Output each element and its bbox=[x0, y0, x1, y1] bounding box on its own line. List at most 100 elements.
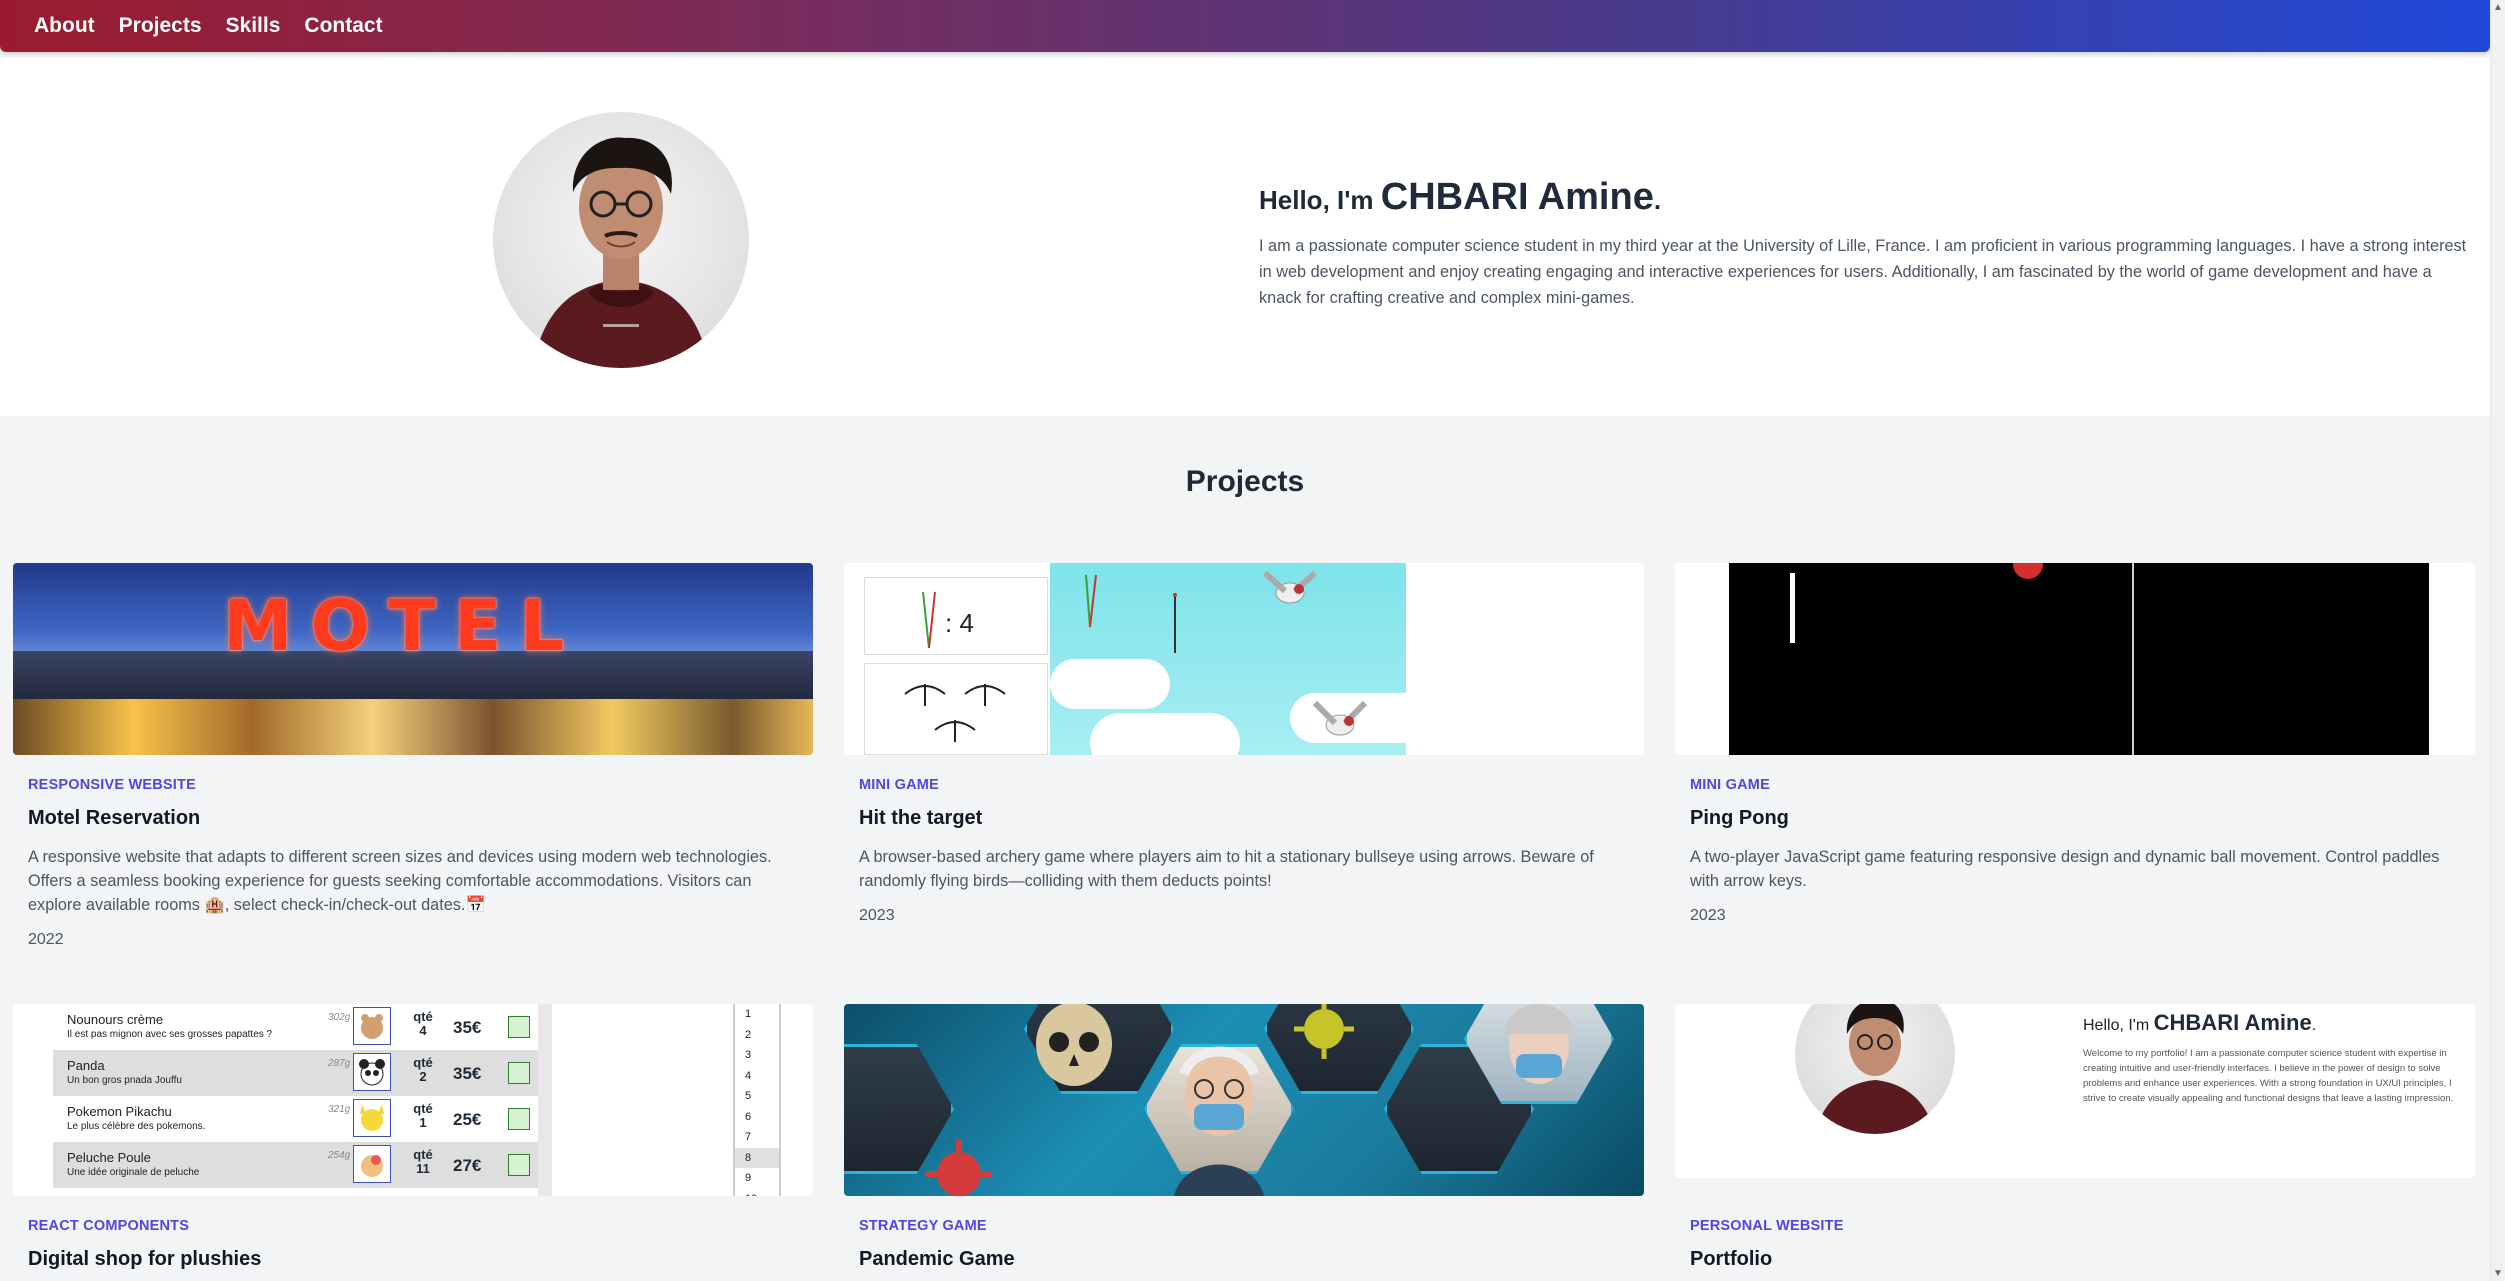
product-weight: 302g bbox=[328, 1012, 351, 1023]
portfolio-text: Welcome to my portfolio! I am a passiona… bbox=[2083, 1048, 2454, 1104]
project-category: Mini Game bbox=[859, 777, 939, 793]
product-row: Pokemon Pikachu Le plus célèbre des poke… bbox=[53, 1096, 543, 1142]
plush-image bbox=[353, 1053, 391, 1091]
project-card-plushie-shop[interactable]: Nounours crème Il est pas mignon avec se… bbox=[13, 1004, 813, 1271]
project-year: 2023 bbox=[1690, 907, 1726, 924]
virus-icon bbox=[1294, 1004, 1354, 1059]
skull-icon bbox=[1036, 1004, 1112, 1086]
project-title: Motel Reservation bbox=[28, 807, 201, 829]
project-card-ping-pong[interactable]: Mini Game Ping Pong A two-player JavaScr… bbox=[1675, 563, 2475, 925]
project-category: React Components bbox=[28, 1218, 190, 1234]
about-section: Hello, I'm CHBARI Amine. I am a passiona… bbox=[0, 58, 2490, 416]
product-qty: qté 11 bbox=[413, 1147, 433, 1176]
profile-photo bbox=[493, 112, 749, 368]
product-qty: qté 2 bbox=[413, 1055, 433, 1084]
ball bbox=[2013, 563, 2043, 579]
score-text: : 4 bbox=[945, 608, 974, 638]
project-title: Ping Pong bbox=[1690, 807, 1789, 829]
bows-panel bbox=[864, 663, 1048, 755]
cart-icon[interactable] bbox=[508, 1108, 530, 1130]
greeting-text: Hello, I'm bbox=[1259, 185, 1374, 215]
hero-name: CHBARI Amine bbox=[1380, 176, 1654, 218]
hero-heading: Hello, I'm CHBARI Amine. bbox=[1259, 176, 2474, 219]
project-title: Portfolio bbox=[1690, 1248, 1773, 1270]
product-desc: Il est pas mignon avec ses grosses papat… bbox=[67, 1029, 273, 1040]
project-year: 2023 bbox=[859, 907, 895, 924]
plush-image bbox=[353, 1099, 391, 1137]
project-title: Hit the target bbox=[859, 807, 983, 829]
product-price: 35€ bbox=[453, 1064, 482, 1083]
paddle bbox=[1790, 573, 1795, 643]
product-price: 35€ bbox=[453, 1018, 482, 1037]
project-description: A responsive website that adapts to diff… bbox=[28, 848, 772, 914]
product-row: Nounours crème Il est pas mignon avec se… bbox=[53, 1004, 543, 1050]
bird-icon bbox=[1262, 570, 1318, 604]
scroll-down-icon[interactable]: ▼ bbox=[2491, 1266, 2505, 1281]
project-card-hit-the-target[interactable]: : 4 Mini Game Hit the target A browser-b… bbox=[844, 563, 1644, 925]
product-price: 27€ bbox=[453, 1156, 482, 1175]
product-weight: 287g bbox=[328, 1058, 351, 1069]
project-category: Strategy Game bbox=[859, 1218, 987, 1234]
score-panel: : 4 bbox=[864, 577, 1048, 655]
project-category: Personal Website bbox=[1690, 1218, 1844, 1234]
plush-image bbox=[353, 1145, 391, 1183]
shop-product-list: Nounours crème Il est pas mignon avec se… bbox=[53, 1004, 552, 1196]
page-scrollbar[interactable]: ▲ ▼ bbox=[2490, 0, 2505, 1281]
nurse-illustration bbox=[1504, 1004, 1574, 1084]
project-thumbnail: Hello, I'm CHBARI Amine. Welcome to my p… bbox=[1675, 1004, 2475, 1178]
project-category: Mini Game bbox=[1690, 777, 1770, 793]
project-year: 2022 bbox=[28, 931, 64, 948]
virus-icon bbox=[926, 1140, 992, 1196]
court-net bbox=[2132, 563, 2134, 755]
product-weight: 321g bbox=[328, 1104, 351, 1115]
intro-text: Hello, I'm CHBARI Amine. I am a passiona… bbox=[1259, 176, 2474, 311]
scroll-up-icon[interactable]: ▲ bbox=[2491, 0, 2505, 15]
project-card-motel[interactable]: MOTEL Responsive Website Motel Reservati… bbox=[13, 563, 813, 949]
product-price: 25€ bbox=[453, 1110, 482, 1129]
product-desc: Une idée originale de peluche bbox=[67, 1167, 200, 1178]
quantity-list: 1 2 3 4 5 6 7 8 9 10 bbox=[733, 1004, 781, 1196]
nav-link-projects[interactable]: Projects bbox=[119, 14, 202, 38]
game-court bbox=[1729, 563, 2429, 755]
project-title: Pandemic Game bbox=[859, 1248, 1015, 1270]
project-title: Digital shop for plushies bbox=[28, 1248, 262, 1270]
hero-bio: I am a passionate computer science stude… bbox=[1259, 237, 2467, 307]
project-thumbnail: MOTEL bbox=[13, 563, 813, 755]
cart-icon[interactable] bbox=[508, 1154, 530, 1176]
product-weight: 254g bbox=[328, 1150, 351, 1161]
product-name: Nounours crème bbox=[67, 1012, 164, 1027]
product-name: Pokemon Pikachu bbox=[67, 1104, 172, 1119]
product-name: Panda bbox=[67, 1058, 105, 1073]
top-navbar: About Projects Skills Contact bbox=[0, 0, 2490, 52]
scrollbar-thumb[interactable] bbox=[2493, 50, 2503, 1230]
product-row: Panda Un bon gros pnada Jouffu 287g qté 2… bbox=[53, 1050, 543, 1096]
nav-link-contact[interactable]: Contact bbox=[304, 14, 382, 38]
project-description: A two-player JavaScript game featuring r… bbox=[1690, 848, 2440, 890]
project-card-pandemic[interactable]: Strategy Game Pandemic Game bbox=[844, 1004, 1644, 1271]
portfolio-heading: Hello, I'm CHBARI Amine. bbox=[2083, 1010, 2317, 1035]
product-qty: qté 4 bbox=[413, 1009, 433, 1038]
product-name: Peluche Poule bbox=[67, 1150, 151, 1165]
product-desc: Le plus célèbre des pokemons. bbox=[67, 1121, 206, 1132]
project-description: A browser-based archery game where playe… bbox=[859, 848, 1594, 890]
name-suffix: . bbox=[1653, 185, 1662, 215]
nav-link-about[interactable]: About bbox=[34, 14, 95, 38]
product-qty: qté 1 bbox=[413, 1101, 433, 1130]
project-thumbnail: Nounours crème Il est pas mignon avec se… bbox=[13, 1004, 813, 1196]
projects-heading: Projects bbox=[1185, 465, 1305, 498]
project-category: Responsive Website bbox=[28, 777, 196, 793]
cart-icon[interactable] bbox=[508, 1062, 530, 1084]
plush-image bbox=[353, 1007, 391, 1045]
doctor-illustration bbox=[1174, 1046, 1264, 1196]
game-sky bbox=[1050, 563, 1430, 755]
scrollbar[interactable] bbox=[538, 1004, 552, 1196]
cart-icon[interactable] bbox=[508, 1016, 530, 1038]
product-desc: Un bon gros pnada Jouffu bbox=[67, 1075, 182, 1086]
project-thumbnail: : 4 bbox=[844, 563, 1644, 755]
project-card-portfolio[interactable]: Hello, I'm CHBARI Amine. Welcome to my p… bbox=[1675, 1004, 2475, 1271]
motel-sign-text: MOTEL bbox=[223, 585, 583, 667]
bird-icon bbox=[1312, 700, 1368, 736]
nav-link-skills[interactable]: Skills bbox=[226, 14, 281, 38]
project-thumbnail bbox=[844, 1004, 1644, 1196]
product-row: Peluche Poule Une idée originale de pelu… bbox=[53, 1142, 543, 1188]
